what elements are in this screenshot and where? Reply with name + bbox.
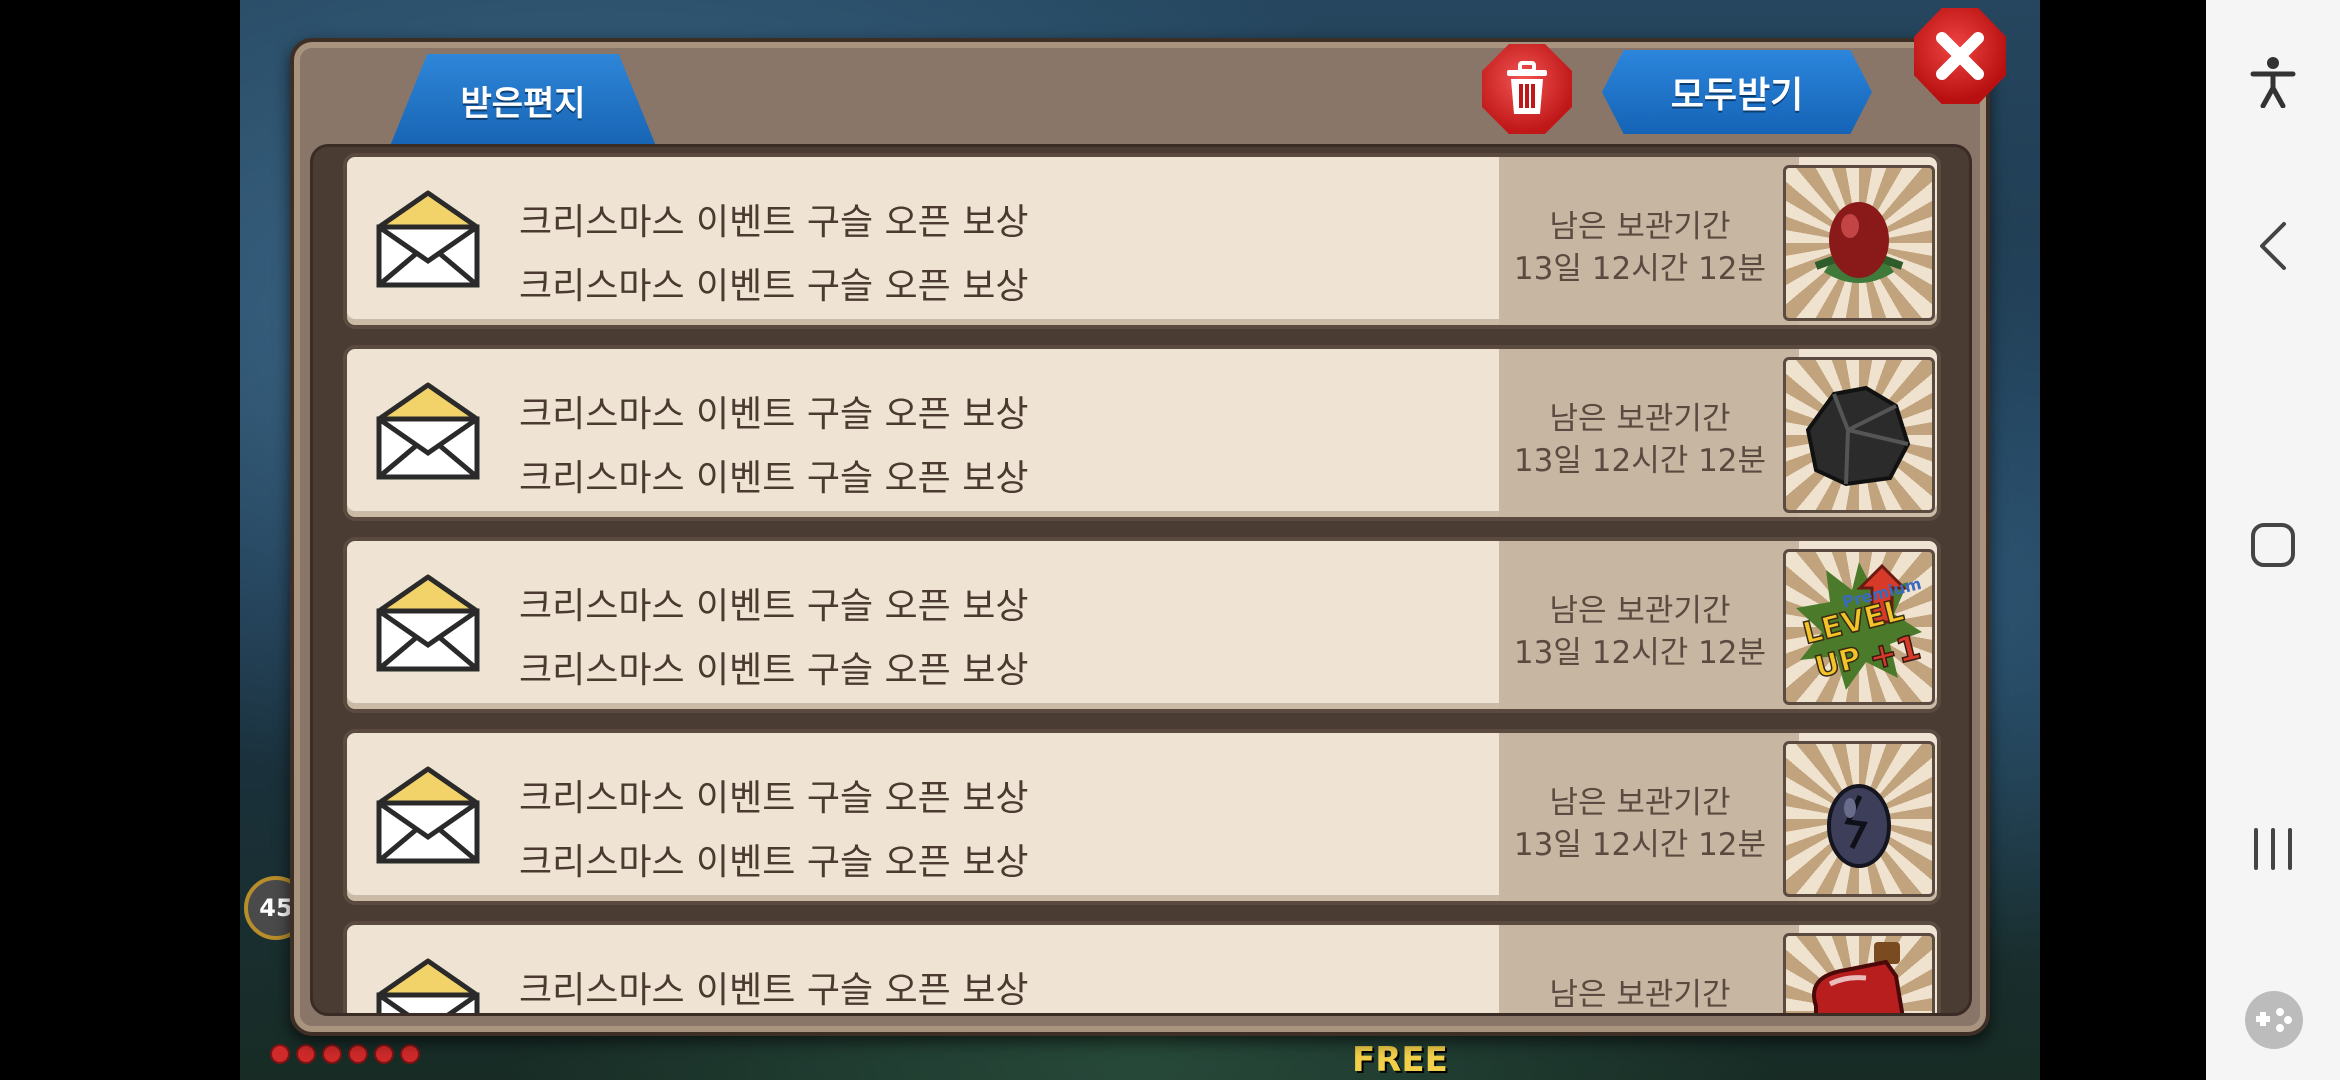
mail-row[interactable]: 크리스마스 이벤트 구슬 오픈 보상 크리스마스 이벤트 구슬 오픈 보상 남은… <box>343 729 1941 905</box>
free-label: FREE <box>1352 1040 1448 1080</box>
envelope-icon <box>376 958 480 1013</box>
game-tools-icon[interactable] <box>2244 990 2304 1050</box>
expire-label: 남은 보관기간 <box>1549 209 1731 245</box>
expire-label: 남은 보관기간 <box>1549 785 1731 821</box>
reward-item[interactable] <box>1783 933 1935 1013</box>
home-icon[interactable] <box>2250 522 2296 568</box>
expire-label: 남은 보관기간 <box>1549 977 1731 1013</box>
mail-subtitle: 크리스마스 이벤트 구슬 오픈 보상 <box>519 842 1029 883</box>
envelope-icon <box>376 766 480 864</box>
red-egg-icon <box>1814 202 1904 283</box>
envelope-icon <box>376 190 480 288</box>
mail-subtitle: 크리스마스 이벤트 구슬 오픈 보상 <box>519 266 1029 307</box>
mail-subtitle: 크리스마스 이벤트 구슬 오픈 보상 <box>519 458 1029 499</box>
delete-button[interactable] <box>1482 44 1572 134</box>
mail-title: 크리스마스 이벤트 구슬 오픈 보상 <box>519 778 1029 819</box>
reward-item[interactable] <box>1783 357 1935 513</box>
life-dots <box>270 1044 420 1064</box>
dark-egg-icon <box>1827 784 1891 868</box>
recent-apps-icon[interactable] <box>2250 826 2296 872</box>
expire-time: 13일 12시간 12분 <box>1513 251 1767 287</box>
accessibility-icon[interactable] <box>2250 56 2296 108</box>
mail-row[interactable]: 크리스마스 이벤트 구슬 오픈 보상 크리스마스 이벤트 구슬 오픈 보상 남은… <box>343 537 1941 713</box>
system-navigation-bar <box>2206 0 2340 1080</box>
expire-time: 13일 12시간 12분 <box>1513 635 1767 671</box>
mail-row[interactable]: 크리스마스 이벤트 구슬 오픈 보상 크리스마스 이벤트 구슬 오픈 보상 남은… <box>343 153 1941 329</box>
mail-title: 크리스마스 이벤트 구슬 오픈 보상 <box>519 970 1029 1011</box>
close-icon <box>1936 32 1984 80</box>
reward-item[interactable] <box>1783 165 1935 321</box>
mail-list[interactable]: 크리스마스 이벤트 구슬 오픈 보상 크리스마스 이벤트 구슬 오픈 보상 남은… <box>310 144 1972 1016</box>
expire-time: 13일 12시간 12분 <box>1513 827 1767 863</box>
envelope-icon <box>376 574 480 672</box>
tab-received-mail-label: 받은편지 <box>460 83 586 124</box>
close-button[interactable] <box>1914 8 2006 104</box>
expire-label: 남은 보관기간 <box>1549 401 1731 437</box>
trash-icon <box>1507 61 1547 114</box>
back-icon[interactable] <box>2258 220 2288 272</box>
envelope-icon <box>376 382 480 480</box>
expire-label: 남은 보관기간 <box>1549 593 1731 629</box>
mail-title: 크리스마스 이벤트 구슬 오픈 보상 <box>519 202 1029 243</box>
ore-rock-icon <box>1805 385 1911 487</box>
mail-title: 크리스마스 이벤트 구슬 오픈 보상 <box>519 394 1029 435</box>
receive-all-button[interactable]: 모두받기 <box>1602 50 1872 134</box>
mail-title: 크리스마스 이벤트 구슬 오픈 보상 <box>519 586 1029 627</box>
reward-item[interactable]: Premium LEVEL UP +1 <box>1783 549 1935 705</box>
mail-row[interactable]: 크리스마스 이벤트 구슬 오픈 보상 남은 보관기간 <box>343 921 1941 1013</box>
expire-time: 13일 12시간 12분 <box>1513 443 1767 479</box>
potion-icon <box>1812 942 1905 1013</box>
reward-item[interactable] <box>1783 741 1935 897</box>
mail-row[interactable]: 크리스마스 이벤트 구슬 오픈 보상 크리스마스 이벤트 구슬 오픈 보상 남은… <box>343 345 1941 521</box>
premium-level-up-icon: Premium LEVEL UP +1 <box>1796 562 1926 690</box>
mail-subtitle: 크리스마스 이벤트 구슬 오픈 보상 <box>519 650 1029 691</box>
